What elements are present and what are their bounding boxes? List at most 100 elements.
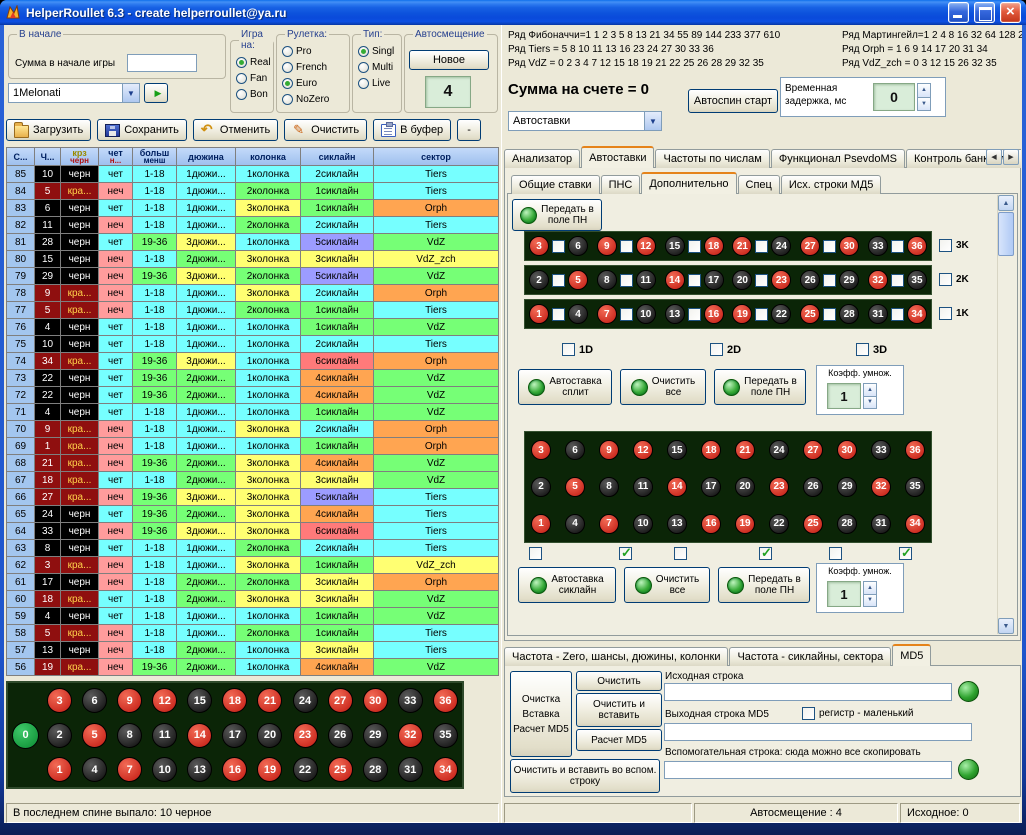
number-0[interactable]: 0: [12, 722, 39, 749]
number-22[interactable]: 22: [769, 514, 789, 534]
number-3[interactable]: 3: [529, 236, 549, 256]
number-35[interactable]: 35: [907, 270, 927, 290]
number-25[interactable]: 25: [800, 304, 820, 324]
split-checkbox-7-10[interactable]: [620, 308, 633, 321]
scroll-up-button[interactable]: [998, 195, 1014, 211]
number-5[interactable]: 5: [82, 723, 107, 748]
number-3[interactable]: 3: [47, 688, 72, 713]
number-21[interactable]: 21: [732, 236, 752, 256]
number-32[interactable]: 32: [398, 723, 423, 748]
tab-Анализатор[interactable]: Анализатор: [504, 149, 580, 168]
spin-row[interactable]: 714чернчет1-181дюжи...1колонка1сиклайнVd…: [7, 404, 499, 421]
number-7[interactable]: 7: [117, 757, 142, 782]
number-12[interactable]: 12: [636, 236, 656, 256]
autospin-start-button[interactable]: Автоспин старт: [688, 89, 778, 113]
number-24[interactable]: 24: [293, 688, 318, 713]
number-14[interactable]: 14: [665, 270, 685, 290]
md5-run-source-button[interactable]: [958, 681, 979, 702]
number-2[interactable]: 2: [529, 270, 549, 290]
tab-Исх-строки-МД5[interactable]: Исх. строки МД5: [781, 175, 882, 194]
number-34[interactable]: 34: [433, 757, 458, 782]
number-2[interactable]: 2: [47, 723, 72, 748]
number-28[interactable]: 28: [837, 514, 857, 534]
number-24[interactable]: 24: [771, 236, 791, 256]
number-30[interactable]: 30: [837, 440, 857, 460]
spinner-down-icon[interactable]: [863, 397, 877, 410]
number-20[interactable]: 20: [257, 723, 282, 748]
split-checkbox-9-12[interactable]: [620, 240, 633, 253]
checkbox-3K[interactable]: [939, 239, 952, 252]
number-23[interactable]: 23: [293, 723, 318, 748]
radio-NoZero[interactable]: NoZero: [282, 91, 349, 107]
number-19[interactable]: 19: [732, 304, 752, 324]
spin-row[interactable]: 6524чернчет19-362дюжи...3колонка4сиклайн…: [7, 506, 499, 523]
radio-Real[interactable]: Real: [236, 54, 273, 70]
number-31[interactable]: 31: [398, 757, 423, 782]
toolbar-button--[interactable]: -: [457, 119, 481, 141]
dozen-checkbox-2D[interactable]: [710, 343, 723, 356]
number-10[interactable]: 10: [633, 514, 653, 534]
profile-combo[interactable]: 1Melonati: [8, 83, 140, 103]
spinner-up-icon[interactable]: [917, 83, 931, 98]
tab-Частота-Zero-шансы-дюжины-колонки[interactable]: Частота - Zero, шансы, дюжины, колонки: [504, 647, 728, 666]
spin-row[interactable]: 585кра...неч1-181дюжи...2колонка1сиклайн…: [7, 625, 499, 642]
md5-run-aux-button[interactable]: [958, 759, 979, 780]
number-16[interactable]: 16: [222, 757, 247, 782]
sixline-coeff-spinner[interactable]: [863, 581, 877, 607]
number-22[interactable]: 22: [293, 757, 318, 782]
clear-all-sixline-button[interactable]: Очиститьвсе: [624, 567, 710, 603]
number-9[interactable]: 9: [117, 688, 142, 713]
autobet-split-button[interactable]: Автоставкасплит: [518, 369, 612, 405]
number-34[interactable]: 34: [905, 514, 925, 534]
spin-row[interactable]: 836чернчет1-181дюжи...3колонка1сиклайнOr…: [7, 200, 499, 217]
number-3[interactable]: 3: [531, 440, 551, 460]
split-checkbox-27-30[interactable]: [823, 240, 836, 253]
spin-row[interactable]: 5619кра...неч19-362дюжи...1колонка4сикла…: [7, 659, 499, 676]
sixline-checkbox-2[interactable]: [619, 547, 632, 560]
split-checkbox-14-17[interactable]: [688, 274, 701, 287]
number-31[interactable]: 31: [871, 514, 891, 534]
spin-row[interactable]: 7434кра...чет19-363дюжи...1колонка6сикла…: [7, 353, 499, 370]
number-21[interactable]: 21: [257, 688, 282, 713]
chevron-down-icon[interactable]: [644, 112, 661, 130]
radio-French[interactable]: French: [282, 59, 349, 75]
number-29[interactable]: 29: [837, 477, 857, 497]
toolbar-button-Очистить[interactable]: Очистить: [284, 119, 367, 141]
spin-row[interactable]: 764чернчет1-181дюжи...1колонка1сиклайнVd…: [7, 319, 499, 336]
toolbar-button-В-буфер[interactable]: В буфер: [373, 119, 451, 141]
transfer-to-pn-split-button[interactable]: Передать вполе ПН: [714, 369, 806, 405]
number-7[interactable]: 7: [599, 514, 619, 534]
sixline-checkbox-1[interactable]: [529, 547, 542, 560]
spinner-down-icon[interactable]: [863, 595, 877, 608]
number-15[interactable]: 15: [187, 688, 212, 713]
tab-Дополнительно[interactable]: Дополнительно: [641, 172, 736, 194]
number-25[interactable]: 25: [328, 757, 353, 782]
number-20[interactable]: 20: [735, 477, 755, 497]
dozen-checkbox-1D[interactable]: [562, 343, 575, 356]
number-18[interactable]: 18: [222, 688, 247, 713]
spin-row[interactable]: 8128чернчет19-363дюжи...1колонка5сиклайн…: [7, 234, 499, 251]
number-13[interactable]: 13: [187, 757, 212, 782]
spin-row[interactable]: 8510чернчет1-181дюжи...1колонка2сиклайнT…: [7, 166, 499, 183]
number-1[interactable]: 1: [531, 514, 551, 534]
number-34[interactable]: 34: [907, 304, 927, 324]
tab-Спец[interactable]: Спец: [738, 175, 780, 194]
toolbar-button-Отменить[interactable]: Отменить: [193, 119, 278, 141]
number-17[interactable]: 17: [704, 270, 724, 290]
sixline-checkbox-6[interactable]: [899, 547, 912, 560]
number-10[interactable]: 10: [152, 757, 177, 782]
toolbar-button-Загрузить[interactable]: Загрузить: [6, 119, 91, 141]
number-18[interactable]: 18: [701, 440, 721, 460]
number-33[interactable]: 33: [868, 236, 888, 256]
transfer-to-pn-top-button[interactable]: Передать вполе ПН: [512, 199, 602, 231]
number-4[interactable]: 4: [568, 304, 588, 324]
play-button[interactable]: [144, 83, 168, 103]
number-24[interactable]: 24: [769, 440, 789, 460]
number-9[interactable]: 9: [597, 236, 617, 256]
start-sum-input[interactable]: [127, 54, 197, 72]
maximize-button[interactable]: [974, 2, 995, 23]
number-11[interactable]: 11: [633, 477, 653, 497]
number-32[interactable]: 32: [868, 270, 888, 290]
number-16[interactable]: 16: [701, 514, 721, 534]
number-11[interactable]: 11: [152, 723, 177, 748]
